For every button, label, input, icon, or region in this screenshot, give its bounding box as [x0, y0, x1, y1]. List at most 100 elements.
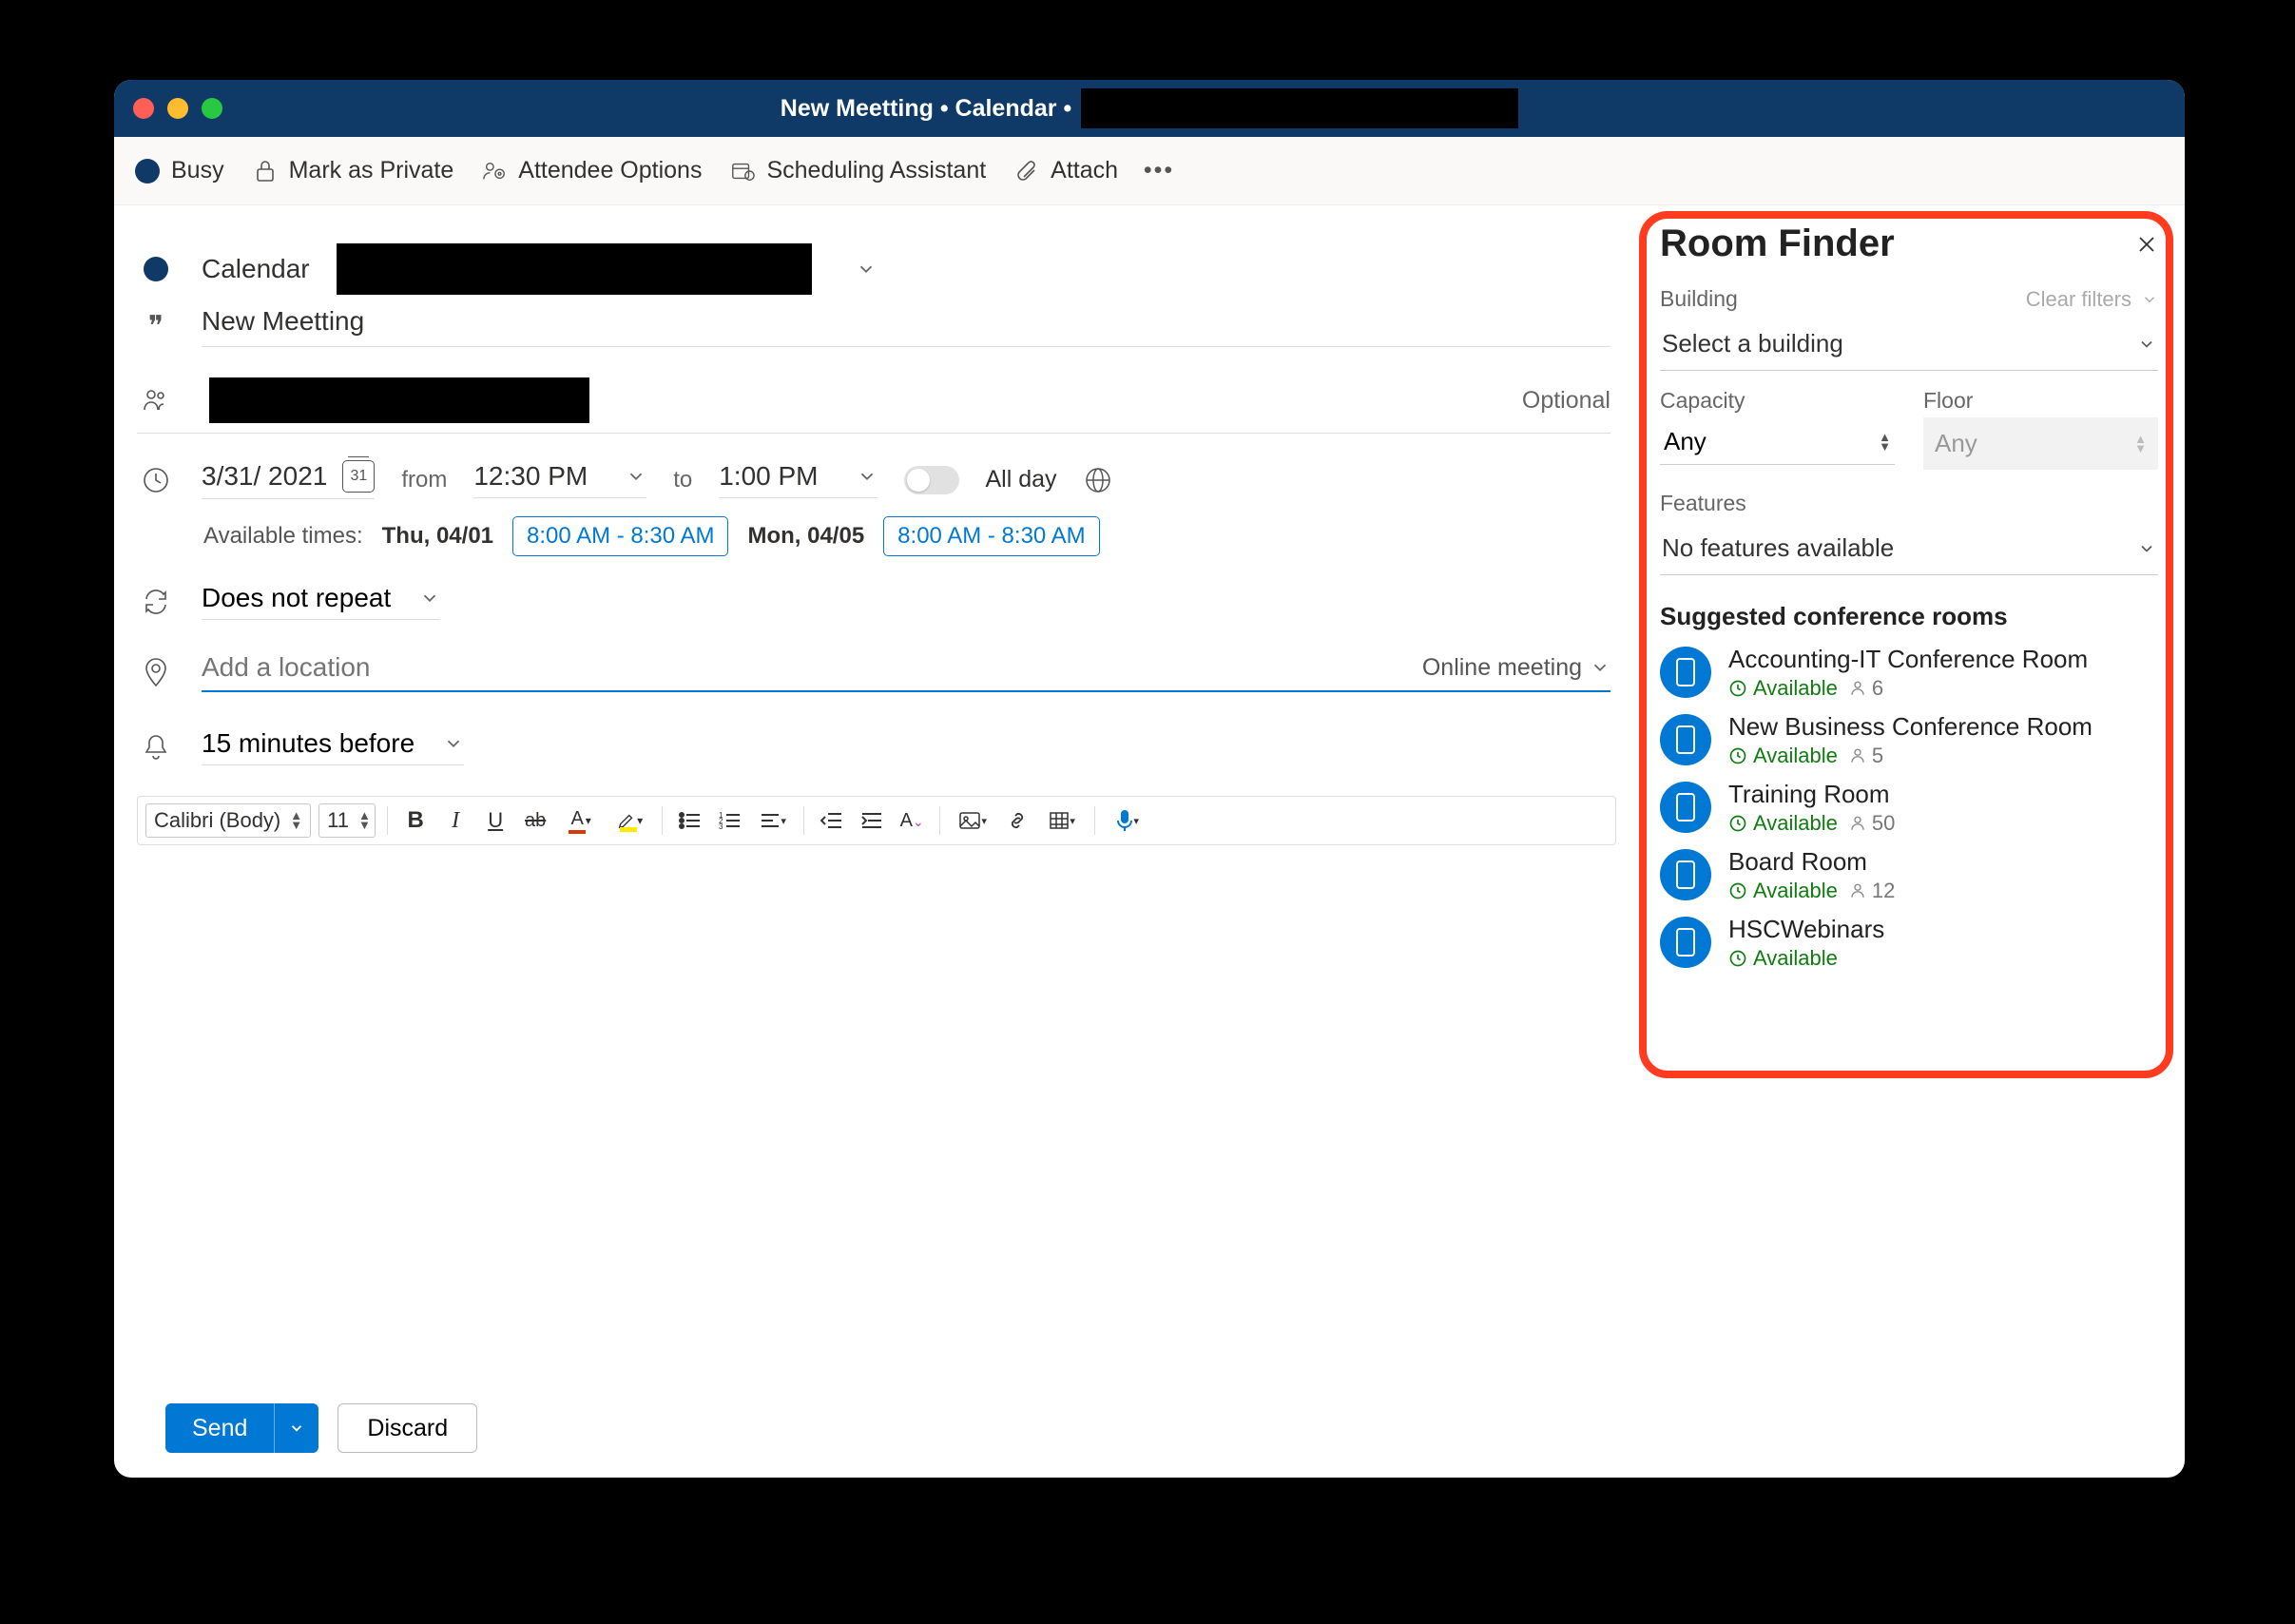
- clock-icon: [137, 466, 175, 494]
- available-times-label: Available times:: [203, 523, 363, 550]
- bullet-list-button[interactable]: [674, 804, 706, 837]
- numbers-icon: 123: [719, 811, 742, 830]
- font-color-button[interactable]: A▾: [559, 804, 601, 837]
- send-dropdown[interactable]: [274, 1403, 318, 1453]
- capacity-input[interactable]: Any ▲▼: [1660, 417, 1895, 465]
- italic-button[interactable]: I: [439, 804, 472, 837]
- svg-text:3: 3: [719, 822, 723, 830]
- titlebar: New Meetting • Calendar •: [114, 80, 2185, 137]
- repeat-icon: [137, 588, 175, 616]
- all-day-label: All day: [986, 466, 1057, 493]
- dictate-button[interactable]: ▾: [1107, 804, 1148, 837]
- indent-icon: [860, 811, 883, 830]
- chevron-down-icon: [2141, 291, 2158, 308]
- person-icon: [1849, 882, 1866, 899]
- avail-slot-1[interactable]: 8:00 AM - 8:30 AM: [512, 516, 728, 556]
- attach-button[interactable]: Attach: [1014, 157, 1118, 184]
- person-icon: [1849, 680, 1866, 697]
- all-day-toggle[interactable]: [904, 466, 959, 494]
- room-icon: [1660, 714, 1711, 765]
- room-item[interactable]: Training Room Available 50: [1660, 780, 2158, 836]
- image-icon: [958, 811, 981, 830]
- avail-slot-2[interactable]: 8:00 AM - 8:30 AM: [883, 516, 1099, 556]
- clear-filters-button[interactable]: Clear filters: [2026, 287, 2158, 312]
- zoom-window-button[interactable]: [202, 98, 222, 119]
- start-time-picker[interactable]: 12:30 PM: [473, 461, 646, 498]
- bold-button[interactable]: B: [399, 804, 432, 837]
- insert-image-button[interactable]: ▾: [952, 804, 993, 837]
- close-window-button[interactable]: [133, 98, 154, 119]
- clear-formatting-button[interactable]: A⌄: [896, 804, 928, 837]
- online-meeting-toggle[interactable]: Online meeting: [1422, 654, 1610, 682]
- optional-attendees-button[interactable]: Optional: [1522, 387, 1610, 415]
- font-name-select[interactable]: Calibri (Body) ▲▼: [145, 803, 311, 838]
- calendar-dropdown[interactable]: [856, 259, 877, 280]
- bell-icon: [137, 733, 175, 762]
- editor-toolbar: Calibri (Body) ▲▼ 11 ▲▼ B I U ab A▾ ▾: [137, 796, 1616, 845]
- align-button[interactable]: ▾: [754, 804, 792, 837]
- capacity-value: Any: [1664, 427, 1707, 456]
- room-item[interactable]: Accounting-IT Conference Room Available …: [1660, 645, 2158, 701]
- building-select[interactable]: Select a building: [1660, 318, 2158, 371]
- numbered-list-button[interactable]: 123: [714, 804, 746, 837]
- calendar-label: Calendar: [202, 254, 310, 284]
- clock-icon: [1728, 814, 1747, 833]
- clock-icon: [1728, 949, 1747, 968]
- close-panel-button[interactable]: [2135, 233, 2158, 256]
- outdent-icon: [820, 811, 843, 830]
- more-button[interactable]: •••: [1147, 159, 1171, 184]
- indent-button[interactable]: [856, 804, 888, 837]
- insert-link-button[interactable]: [1001, 804, 1033, 837]
- attendees-row[interactable]: Optional: [137, 362, 1610, 434]
- end-time-value: 1:00 PM: [719, 461, 818, 492]
- person-icon: [1849, 747, 1866, 764]
- outdent-button[interactable]: [816, 804, 848, 837]
- discard-button[interactable]: Discard: [338, 1403, 477, 1453]
- floor-input[interactable]: Any ▲▼: [1923, 417, 2158, 470]
- paperclip-icon: [1014, 159, 1039, 184]
- reminder-row: 15 minutes before: [137, 704, 1616, 777]
- scheduling-assistant-button[interactable]: Scheduling Assistant: [730, 157, 986, 184]
- font-size-select[interactable]: 11 ▲▼: [318, 803, 376, 838]
- meeting-title-input[interactable]: [202, 306, 1610, 337]
- features-value: No features available: [1662, 533, 1894, 563]
- clear-filters-label: Clear filters: [2026, 287, 2131, 312]
- mark-private-button[interactable]: Mark as Private: [253, 157, 454, 184]
- room-item[interactable]: Board Room Available 12: [1660, 847, 2158, 903]
- room-capacity: 5: [1849, 744, 1883, 768]
- timezone-button[interactable]: [1084, 466, 1112, 494]
- room-item[interactable]: HSCWebinars Available: [1660, 915, 2158, 971]
- end-time-picker[interactable]: 1:00 PM: [719, 461, 877, 498]
- room-availability: Available: [1728, 676, 1838, 701]
- ribbon: Busy Mark as Private Attendee Options Sc…: [114, 137, 2185, 205]
- room-availability: Available: [1728, 811, 1838, 836]
- redacted-calendar-name: [337, 243, 812, 295]
- room-finder-panel-wrap: Room Finder Building Clear filters Selec…: [1639, 205, 2185, 1478]
- editor-body[interactable]: [137, 845, 1616, 1384]
- minimize-window-button[interactable]: [167, 98, 188, 119]
- room-item[interactable]: New Business Conference Room Available 5: [1660, 712, 2158, 768]
- underline-button[interactable]: U: [479, 804, 511, 837]
- repeat-picker[interactable]: Does not repeat: [202, 583, 440, 620]
- date-picker[interactable]: 3/31/ 2021 31: [202, 460, 375, 499]
- mic-icon: [1116, 809, 1133, 832]
- attendee-options-button[interactable]: Attendee Options: [482, 157, 702, 184]
- strikethrough-button[interactable]: ab: [519, 804, 551, 837]
- busy-status-button[interactable]: Busy: [135, 157, 224, 184]
- people-gear-icon: [482, 159, 507, 184]
- room-icon: [1660, 849, 1711, 900]
- highlight-button[interactable]: ▾: [608, 804, 650, 837]
- send-button[interactable]: Send: [165, 1403, 318, 1453]
- align-icon: [760, 812, 781, 829]
- avail-day-1: Thu, 04/01: [382, 523, 493, 550]
- quote-icon: ❞: [137, 306, 175, 343]
- reminder-picker[interactable]: 15 minutes before: [202, 728, 464, 765]
- features-label: Features: [1660, 491, 1746, 516]
- attendee-options-label: Attendee Options: [518, 157, 702, 184]
- window-controls: [133, 98, 222, 119]
- insert-table-button[interactable]: ▾: [1041, 804, 1083, 837]
- person-icon: [1849, 815, 1866, 832]
- features-select[interactable]: No features available: [1660, 522, 2158, 575]
- lock-icon: [253, 159, 278, 184]
- location-input[interactable]: [202, 652, 1422, 683]
